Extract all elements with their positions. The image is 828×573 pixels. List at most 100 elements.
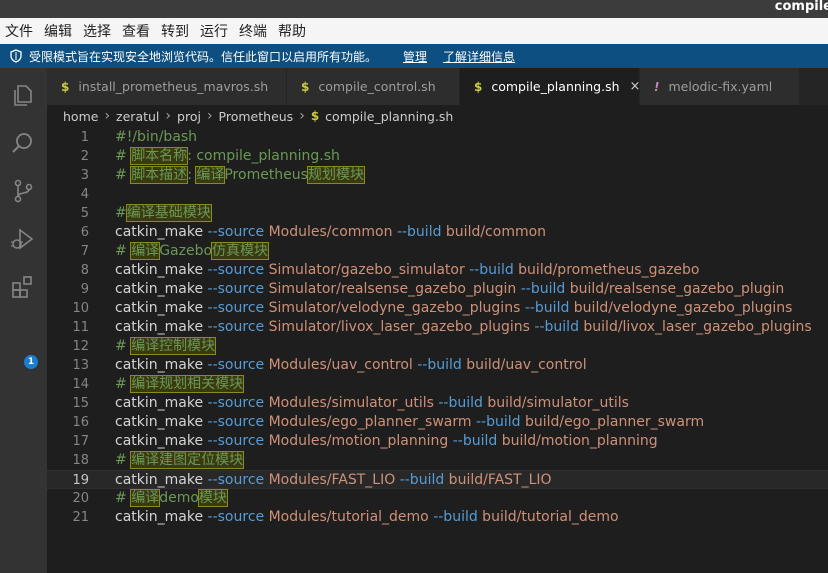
code-line[interactable]: 6 catkin_make --source Modules/common --b… <box>47 223 828 242</box>
code-token: --source <box>207 509 265 525</box>
line-number: 20 <box>72 491 89 506</box>
code-editor[interactable]: 1 #!/bin/bash 2 # 脚本名称: compile_planning.sh… <box>47 127 828 573</box>
tab-compile-planning[interactable]: $ compile_planning.sh × <box>460 68 640 105</box>
code-token: 编译 <box>130 242 161 260</box>
code-text: # 脚本名称: compile_planning.sh <box>115 147 340 166</box>
code-line[interactable]: 15 catkin_make --source Modules/simulator… <box>47 394 828 413</box>
code-line[interactable]: 19 catkin_make --source Modules/FAST_LIO … <box>47 470 828 489</box>
code-text: catkin_make --source Modules/uav_control… <box>115 356 587 375</box>
code-line[interactable]: 9 catkin_make --source Simulator/realsens… <box>47 280 828 299</box>
code-token: # <box>115 205 127 221</box>
code-token: catkin_make <box>115 433 208 449</box>
menu-file[interactable]: 文件 <box>0 21 38 41</box>
code-token: --build <box>534 319 579 335</box>
code-token: --source <box>207 472 265 488</box>
menu-terminal[interactable]: 终端 <box>233 21 272 41</box>
close-icon[interactable]: × <box>630 79 641 94</box>
code-line[interactable]: 16 catkin_make --source Modules/ego_plann… <box>47 413 828 432</box>
code-line[interactable]: 13 catkin_make --source Modules/uav_contr… <box>47 356 828 375</box>
breadcrumb-zeratul[interactable]: zeratul <box>116 109 159 124</box>
breadcrumb-prometheus[interactable]: Prometheus <box>219 109 294 124</box>
tab-label: install_prometheus_mavros.sh <box>78 79 269 94</box>
code-token: Simulator/velodyne_gazebo_plugins <box>264 300 525 316</box>
code-token: Modules/ego_planner_swarm <box>264 414 476 430</box>
code-line[interactable]: 1 #!/bin/bash <box>47 128 828 147</box>
line-number: 3 <box>80 168 89 183</box>
code-token: # <box>115 243 132 259</box>
line-number: 18 <box>72 453 89 468</box>
code-token: 模块 <box>197 489 228 507</box>
code-line[interactable]: 14 # 编译规划相关模块 <box>47 375 828 394</box>
breadcrumb-home[interactable]: home <box>47 109 98 124</box>
code-text: #!/bin/bash <box>115 128 197 147</box>
line-number: 13 <box>72 358 89 373</box>
line-number: 2 <box>80 149 89 164</box>
code-line[interactable]: 2 # 脚本名称: compile_planning.sh <box>47 147 828 166</box>
code-line[interactable]: 17 catkin_make --source Modules/motion_pl… <box>47 432 828 451</box>
code-token: catkin_make <box>115 357 208 373</box>
code-text: catkin_make --source Modules/common --bu… <box>115 223 546 242</box>
source-control-icon[interactable] <box>10 178 36 204</box>
code-line[interactable]: 3 # 脚本描述: 编译Prometheus规划模块 <box>47 166 828 185</box>
line-number: 5 <box>80 206 89 221</box>
yaml-file-icon: ! <box>654 79 660 94</box>
code-token: --source <box>207 395 265 411</box>
tab-compile-control[interactable]: $ compile_control.sh <box>287 68 460 105</box>
tab-melodic-fix[interactable]: ! melodic-fix.yaml <box>640 68 800 105</box>
line-number: 10 <box>72 301 89 316</box>
breadcrumb-file[interactable]: compile_planning.sh <box>325 109 453 124</box>
code-token: --source <box>207 224 265 240</box>
code-line[interactable]: 12 # 编译控制模块 <box>47 337 828 356</box>
tab-install-prometheus-mavros[interactable]: $ install_prometheus_mavros.sh <box>47 68 287 105</box>
menu-edit[interactable]: 编辑 <box>38 21 77 41</box>
code-token: Prometheus <box>224 167 308 183</box>
code-line[interactable]: 7 # 编译Gazebo仿真模块 <box>47 242 828 261</box>
extensions-icon[interactable] <box>10 274 36 300</box>
code-line[interactable]: 20 # 编译demo模块 <box>47 489 828 508</box>
menu-selection[interactable]: 选择 <box>77 21 116 41</box>
restricted-mode-banner: 受限模式旨在实现安全地浏览代码。信任此窗口以启用所有功能。 管理 了解详细信息 <box>0 44 828 68</box>
menu-view[interactable]: 查看 <box>116 21 155 41</box>
shell-file-icon: $ <box>310 109 320 123</box>
manage-link[interactable]: 管理 <box>403 48 427 65</box>
code-line[interactable]: 5 #编译基础模块 <box>47 204 828 223</box>
code-line[interactable]: 21 catkin_make --source Modules/tutorial_… <box>47 508 828 527</box>
code-text: catkin_make --source Modules/motion_plan… <box>115 432 658 451</box>
code-token: #!/bin/bash <box>115 129 198 145</box>
chevron-right-icon: › <box>206 108 213 124</box>
code-token: build/velodyne_gazebo_plugins <box>569 300 793 316</box>
code-line[interactable]: 11 catkin_make --source Simulator/livox_l… <box>47 318 828 337</box>
code-text: catkin_make --source Simulator/livox_las… <box>115 318 812 337</box>
code-token: --build <box>417 357 462 373</box>
menu-go[interactable]: 转到 <box>155 21 194 41</box>
menu-run[interactable]: 运行 <box>194 21 233 41</box>
menu-help[interactable]: 帮助 <box>272 21 311 41</box>
line-number: 11 <box>72 320 89 335</box>
code-token: Modules/simulator_utils <box>264 395 439 411</box>
run-debug-icon[interactable] <box>10 226 36 252</box>
breadcrumb-proj[interactable]: proj <box>177 109 201 124</box>
code-text: # 编译规划相关模块 <box>115 375 245 394</box>
code-token: --source <box>207 433 265 449</box>
code-text: # 脚本描述: 编译Prometheus规划模块 <box>115 166 365 185</box>
line-number: 12 <box>72 339 89 354</box>
title-bar: compile <box>0 0 828 18</box>
line-number: 21 <box>72 510 89 525</box>
code-line[interactable]: 10 catkin_make --source Simulator/velodyn… <box>47 299 828 318</box>
line-number: 8 <box>80 263 89 278</box>
search-icon[interactable] <box>10 130 36 156</box>
code-token: : compile_planning.sh <box>187 148 340 164</box>
code-token: Modules/uav_control <box>264 357 418 373</box>
line-number: 15 <box>72 396 89 411</box>
code-token: catkin_make <box>115 472 208 488</box>
code-line[interactable]: 8 catkin_make --source Simulator/gazebo_s… <box>47 261 828 280</box>
line-number: 7 <box>80 244 89 259</box>
explorer-icon[interactable] <box>10 82 36 108</box>
line-number: 1 <box>80 130 89 145</box>
code-token: build/FAST_LIO <box>444 472 552 488</box>
code-token: Modules/motion_planning <box>264 433 453 449</box>
code-line[interactable]: 4 <box>47 185 828 204</box>
learn-more-link[interactable]: 了解详细信息 <box>443 48 515 65</box>
code-token: Gazebo <box>159 243 213 259</box>
code-line[interactable]: 18 # 编译建图定位模块 <box>47 451 828 470</box>
